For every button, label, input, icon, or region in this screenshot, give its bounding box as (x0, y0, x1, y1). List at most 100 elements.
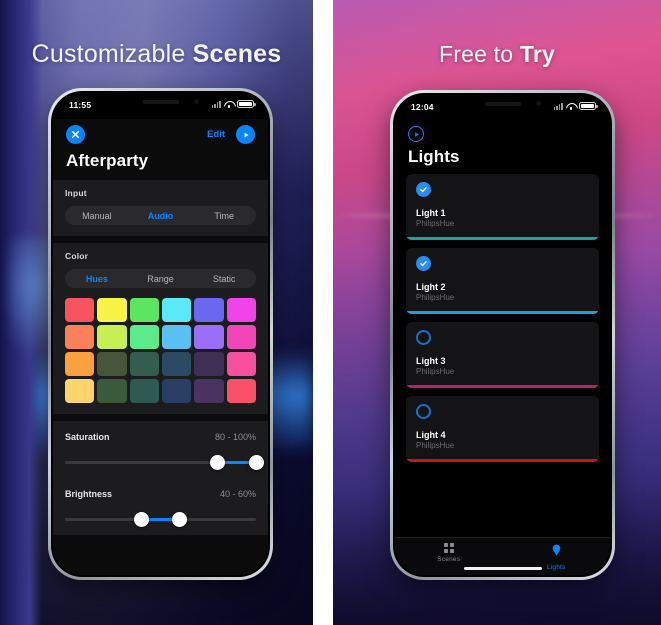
edit-button[interactable]: Edit (207, 129, 225, 140)
saturation-range-slider[interactable] (65, 452, 264, 474)
play-icon[interactable] (236, 125, 255, 144)
color-swatch-r2-c3[interactable] (129, 325, 159, 349)
color-swatch-r4-c4[interactable] (162, 379, 192, 403)
scene-navbar-right: Edit (207, 125, 255, 144)
color-swatch-r4-c1[interactable] (65, 379, 95, 403)
light-card[interactable]: Light 4 PhilipsHue (406, 396, 599, 462)
status-indicators (553, 102, 598, 110)
checkmark-icon[interactable] (416, 182, 431, 197)
status-time: 11:55 (69, 100, 92, 110)
brightness-range-slider[interactable] (65, 509, 256, 531)
color-swatch-r3-c1[interactable] (65, 352, 95, 376)
color-swatch-r3-c4[interactable] (162, 352, 192, 376)
right-phone-frame: 12:04 Lights Light 1 PhilipsHue Light 2 … (390, 90, 615, 580)
color-option-static[interactable]: Static (192, 274, 256, 284)
saturation-header: Saturation 80 - 100% (65, 432, 256, 442)
saturation-label: Saturation (65, 432, 110, 442)
color-swatch-r1-c3[interactable] (129, 298, 159, 322)
bulb-icon (552, 543, 561, 561)
light-subtitle: PhilipsHue (416, 367, 455, 376)
color-section-label: Color (65, 251, 89, 261)
light-name: Light 1 (416, 208, 446, 218)
light-color-bar (406, 311, 599, 314)
color-swatch-grid[interactable] (65, 298, 256, 403)
brightness-value: 40 - 60% (219, 489, 256, 499)
page-title: Lights (408, 147, 460, 166)
light-card[interactable]: Light 3 PhilipsHue (406, 322, 599, 388)
scene-navbar: Edit (53, 119, 268, 146)
color-swatch-r1-c5[interactable] (194, 298, 224, 322)
color-swatch-r1-c6[interactable] (226, 298, 256, 322)
panel-divider (313, 0, 333, 625)
saturation-thumb-low[interactable] (210, 455, 226, 470)
color-swatch-r3-c3[interactable] (129, 352, 159, 376)
color-swatch-r2-c6[interactable] (226, 325, 256, 349)
left-promo-panel: Customizable Scenes 11:55 Edit Afterpart… (0, 0, 313, 625)
light-card[interactable]: Light 1 PhilipsHue (406, 174, 599, 240)
saturation-value: 80 - 100% (214, 432, 256, 442)
color-swatch-r1-c4[interactable] (162, 298, 192, 322)
wifi-icon (566, 102, 576, 110)
brightness-label: Brightness (65, 489, 113, 499)
color-swatch-r1-c1[interactable] (65, 298, 95, 322)
tab-scenes[interactable]: Scenes (395, 543, 503, 563)
circle-outline-icon[interactable] (416, 404, 431, 419)
checkmark-icon[interactable] (416, 256, 431, 271)
color-option-range[interactable]: Range (129, 274, 193, 284)
left-phone-frame: 11:55 Edit Afterparty Input Manual Audio… (48, 88, 273, 580)
input-option-audio[interactable]: Audio (129, 211, 193, 221)
left-headline: Customizable Scenes (0, 40, 313, 69)
tab-scenes-label: Scenes (437, 556, 461, 563)
scene-title: Afterparty (66, 151, 149, 170)
color-swatch-r2-c5[interactable] (194, 325, 224, 349)
color-swatch-r4-c3[interactable] (129, 379, 159, 403)
color-swatch-r2-c4[interactable] (162, 325, 192, 349)
right-headline-light: Free to (439, 41, 514, 67)
color-option-hues[interactable]: Hues (65, 274, 129, 284)
brightness-thumb-high[interactable] (172, 512, 188, 527)
signal-icon (211, 100, 221, 108)
right-phone-bezel: 12:04 Lights Light 1 PhilipsHue Light 2 … (393, 93, 612, 577)
light-card[interactable]: Light 2 PhilipsHue (406, 248, 599, 314)
color-swatch-r2-c1[interactable] (65, 325, 95, 349)
color-swatch-r4-c5[interactable] (194, 379, 224, 403)
right-headline: Free to Try (333, 41, 661, 68)
left-phone-bezel: 11:55 Edit Afterparty Input Manual Audio… (51, 91, 270, 577)
light-name: Light 4 (416, 430, 446, 440)
brightness-thumb-low[interactable] (133, 512, 149, 527)
lights-content: Lights Light 1 PhilipsHue Light 2 PhilipsHu… (395, 121, 610, 575)
color-section: Color Hues Range Static (53, 243, 268, 414)
scene-content: Edit Afterparty Input Manual Audio Time … (53, 119, 268, 575)
compass-play-icon[interactable] (408, 126, 424, 142)
color-swatch-r3-c5[interactable] (194, 352, 224, 376)
color-swatch-r4-c2[interactable] (97, 379, 127, 403)
input-option-time[interactable]: Time (192, 211, 256, 221)
color-swatch-r2-c2[interactable] (97, 325, 127, 349)
light-color-bar (406, 459, 599, 462)
input-segmented-control[interactable]: Manual Audio Time (65, 206, 256, 225)
color-segmented-control[interactable]: Hues Range Static (65, 269, 256, 288)
status-indicators (211, 100, 256, 108)
color-swatch-r1-c2[interactable] (97, 298, 127, 322)
left-status-bar: 11:55 (53, 93, 268, 119)
circle-outline-icon[interactable] (416, 330, 431, 345)
color-swatch-r4-c6[interactable] (226, 379, 256, 403)
left-headline-bold: Scenes (192, 40, 282, 68)
wifi-icon (224, 100, 234, 108)
color-swatch-r3-c2[interactable] (97, 352, 127, 376)
battery-icon (579, 102, 598, 110)
input-section-label: Input (65, 188, 87, 198)
status-time: 12:04 (411, 102, 434, 112)
input-option-manual[interactable]: Manual (65, 211, 129, 221)
close-icon[interactable] (66, 125, 85, 144)
brightness-header: Brightness 40 - 60% (65, 489, 256, 499)
light-subtitle: PhilipsHue (416, 219, 455, 228)
notch-speaker (484, 102, 521, 106)
saturation-thumb-high[interactable] (248, 455, 264, 470)
light-name: Light 2 (416, 282, 446, 292)
color-swatch-r3-c6[interactable] (226, 352, 256, 376)
home-indicator[interactable] (463, 566, 542, 570)
tab-lights-label: Lights (546, 564, 566, 571)
light-subtitle: PhilipsHue (416, 293, 455, 302)
brightness-slider-row: Brightness 40 - 60% (53, 478, 268, 535)
